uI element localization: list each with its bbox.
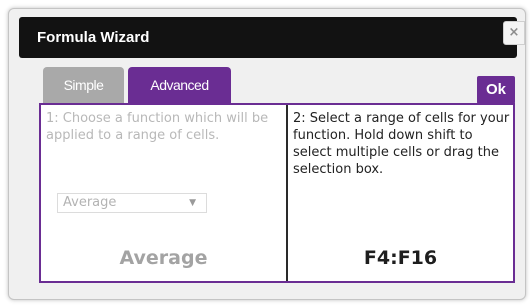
dialog-title: Formula Wizard [37,29,150,46]
function-select[interactable]: Average ▼ [57,193,207,213]
function-select-value: Average [63,195,117,210]
tab-advanced[interactable]: Advanced [128,67,231,103]
wizard-panel: 1: Choose a function which will be appli… [39,103,515,283]
close-icon[interactable]: × [503,21,525,45]
selected-function-display: Average [119,247,208,269]
tab-simple[interactable]: Simple [43,67,124,103]
ok-button[interactable]: Ok [477,76,515,104]
titlebar: Formula Wizard [19,17,517,58]
chevron-down-icon: ▼ [189,198,196,208]
step1-instructions: 1: Choose a function which will be appli… [46,111,269,143]
selected-range-display: F4:F16 [363,247,438,269]
formula-wizard-dialog: Formula Wizard × Simple Advanced Ok 1: C… [8,8,526,300]
step2-instructions: 2: Select a range of cells for your func… [293,111,510,177]
